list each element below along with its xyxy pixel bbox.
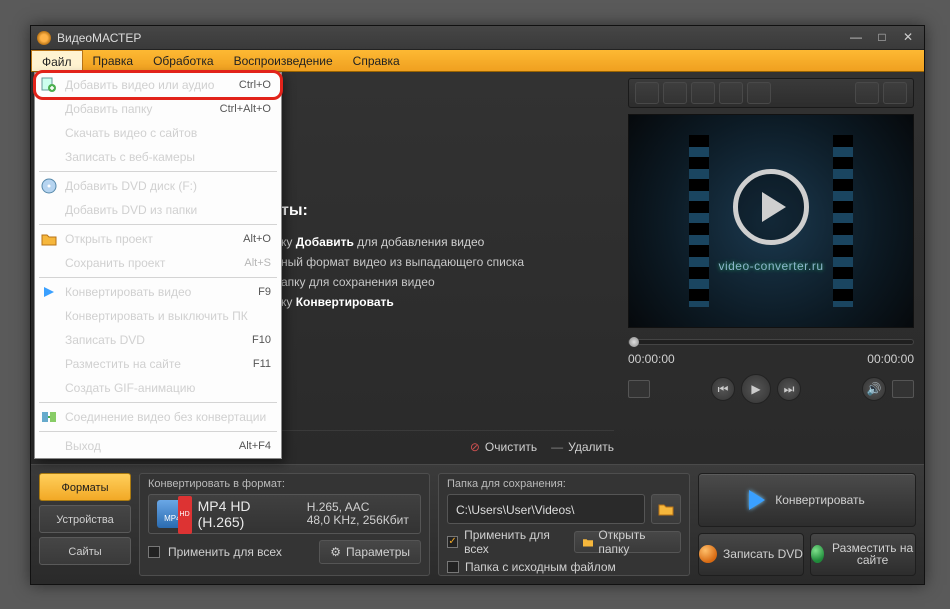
prev-button[interactable]: ⏮: [711, 377, 735, 401]
apply-all-format-checkbox[interactable]: [148, 546, 160, 558]
globe-icon: [811, 545, 824, 563]
enhance-icon[interactable]: [691, 82, 715, 104]
preview-watermark: video-converter.ru: [718, 259, 823, 273]
speed-icon[interactable]: [747, 82, 771, 104]
format-selector[interactable]: MP4 MP4 HD (H.265) H.265, AAC48,0 KHz, 2…: [148, 494, 421, 534]
browse-button[interactable]: [651, 494, 681, 524]
menu-publish[interactable]: Разместить на сайтеF11: [35, 352, 281, 376]
gif-icon[interactable]: [855, 82, 879, 104]
menu-convert-shutdown[interactable]: Конвертировать и выключить ПК: [35, 304, 281, 328]
volume-button[interactable]: 🔊: [862, 377, 886, 401]
clear-list-button[interactable]: ⊘Очистить: [470, 440, 537, 454]
menu-play[interactable]: Воспроизведение: [224, 50, 343, 71]
apply-all-folder-label: Применить для всех: [464, 528, 567, 556]
time-total: 00:00:00: [867, 352, 914, 366]
menu-process[interactable]: Обработка: [143, 50, 224, 71]
menubar: Файл Правка Обработка Воспроизведение Сп…: [31, 50, 924, 72]
bottom-panel: Форматы Устройства Сайты Конвертировать …: [31, 464, 924, 584]
preview-play-overlay-icon[interactable]: [733, 169, 809, 245]
menu-add-dvd[interactable]: Добавить DVD диск (F:): [35, 174, 281, 198]
delete-item-button[interactable]: —Удалить: [551, 440, 614, 454]
output-path[interactable]: C:\Users\User\Videos\: [447, 494, 645, 524]
filmstrip-left-icon: [689, 135, 709, 307]
menu-save-project: Сохранить проектAlt+S: [35, 251, 281, 275]
convert-arrow-icon: [749, 490, 765, 510]
instructions-text: ты: ку Добавить для добавления видео ный…: [281, 202, 614, 312]
menu-open-project[interactable]: Открыть проектAlt+O: [35, 227, 281, 251]
seek-thumb[interactable]: [629, 337, 639, 347]
burn-dvd-button[interactable]: Записать DVD: [698, 533, 804, 576]
menu-add-video[interactable]: Добавить видео или аудиоCtrl+O: [35, 73, 281, 97]
join-menu-icon: [41, 409, 57, 425]
crop-icon[interactable]: [635, 82, 659, 104]
filmstrip-right-icon: [833, 135, 853, 307]
disc-icon: [699, 545, 717, 563]
preview-toolbar: [628, 78, 914, 108]
menu-add-folder[interactable]: Добавить папкуCtrl+Alt+O: [35, 97, 281, 121]
preview-controls: ⏮ ▶ ⏭ 🔊: [628, 374, 914, 404]
convert-button[interactable]: Конвертировать: [698, 473, 916, 527]
time-display: 00:00:00 00:00:00: [628, 352, 914, 366]
convert-menu-icon: [41, 284, 57, 300]
folder-panel: Папка для сохранения: C:\Users\User\Vide…: [438, 473, 690, 576]
tab-devices[interactable]: Устройства: [39, 505, 131, 533]
params-button[interactable]: ⚙ Параметры: [319, 540, 421, 564]
file-menu-dropdown: Добавить видео или аудиоCtrl+O Добавить …: [34, 72, 282, 459]
open-folder-menu-icon: [41, 231, 57, 247]
loop-button[interactable]: [892, 380, 914, 398]
format-badge-icon: MP4: [157, 500, 188, 528]
same-source-checkbox[interactable]: [447, 561, 459, 573]
folder-header: Папка для сохранения:: [447, 478, 681, 490]
format-panel: Конвертировать в формат: MP4 MP4 HD (H.2…: [139, 473, 430, 576]
menu-burn-dvd[interactable]: Записать DVDF10: [35, 328, 281, 352]
time-current: 00:00:00: [628, 352, 675, 366]
action-buttons: Конвертировать Записать DVD Разместить н…: [698, 473, 916, 576]
tab-formats[interactable]: Форматы: [39, 473, 131, 501]
snapshot-button[interactable]: [628, 380, 650, 398]
same-source-label: Папка с исходным файлом: [465, 560, 616, 574]
minimize-button[interactable]: —: [846, 30, 866, 46]
format-name: MP4 HD (H.265): [198, 498, 297, 530]
instructions-heading: ты:: [281, 202, 614, 220]
menu-edit[interactable]: Правка: [83, 50, 144, 71]
dvd-menu-icon: [41, 178, 57, 194]
format-tabs: Форматы Устройства Сайты: [39, 473, 131, 576]
maximize-button[interactable]: □: [872, 30, 892, 46]
open-folder-button[interactable]: Открыть папку: [574, 531, 682, 553]
menu-file[interactable]: Файл: [31, 50, 83, 71]
gear-icon: ⚙: [330, 545, 341, 559]
menu-gif: Создать GIF-анимацию: [35, 376, 281, 400]
play-button[interactable]: ▶: [741, 374, 771, 404]
menu-download[interactable]: Скачать видео с сайтов: [35, 121, 281, 145]
apply-all-folder-checkbox[interactable]: ✓: [447, 536, 458, 548]
menu-join[interactable]: Соединение видео без конвертации: [35, 405, 281, 429]
effects-icon[interactable]: [663, 82, 687, 104]
format-header: Конвертировать в формат:: [148, 478, 421, 490]
publish-button[interactable]: Разместить на сайте: [810, 533, 916, 576]
menu-convert[interactable]: Конвертировать видеоF9: [35, 280, 281, 304]
seek-bar[interactable]: [628, 334, 914, 350]
preview-video[interactable]: video-converter.ru: [628, 114, 914, 328]
add-video-icon: [41, 77, 57, 93]
tab-sites[interactable]: Сайты: [39, 537, 131, 565]
menu-help[interactable]: Справка: [343, 50, 410, 71]
menu-add-dvd-folder[interactable]: Добавить DVD из папки: [35, 198, 281, 222]
app-logo-icon: [37, 31, 51, 45]
apply-all-format-label: Применить для всех: [168, 545, 282, 559]
app-title: ВидеоМАСТЕР: [57, 31, 840, 45]
menu-webcam[interactable]: Записать с веб-камеры: [35, 145, 281, 169]
next-button[interactable]: ⏭: [777, 377, 801, 401]
titlebar: ВидеоМАСТЕР — □ ✕: [31, 26, 924, 50]
fullscreen-icon[interactable]: [883, 82, 907, 104]
menu-exit[interactable]: ВыходAlt+F4: [35, 434, 281, 458]
close-button[interactable]: ✕: [898, 30, 918, 46]
cut-icon[interactable]: [719, 82, 743, 104]
format-details: H.265, AAC48,0 KHz, 256Кбит: [307, 501, 412, 527]
preview-panel: video-converter.ru 00:00:00 00:00:00 ⏮ ▶…: [628, 78, 914, 404]
